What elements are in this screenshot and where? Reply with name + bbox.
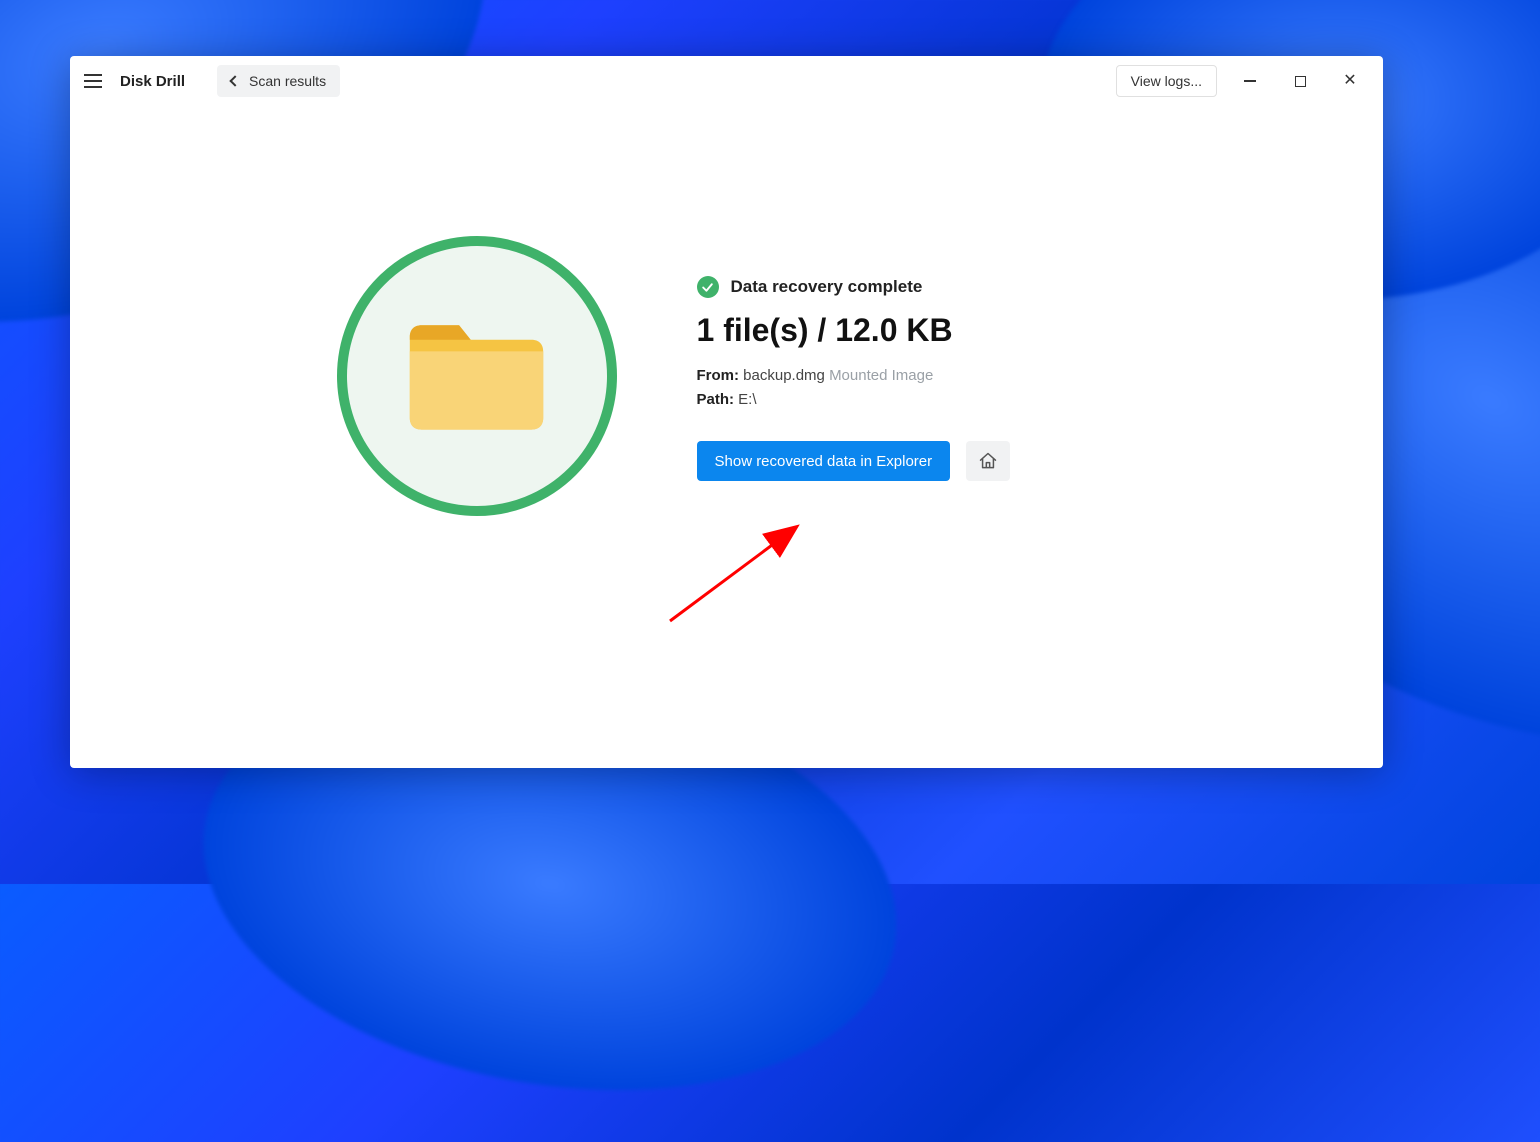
- status-heading: Data recovery complete: [731, 277, 923, 297]
- home-button[interactable]: [966, 441, 1010, 481]
- titlebar: Disk Drill Scan results View logs... ✕: [70, 56, 1383, 106]
- app-title: Disk Drill: [120, 73, 185, 90]
- status-row: Data recovery complete: [697, 276, 1117, 298]
- back-button[interactable]: Scan results: [217, 65, 340, 97]
- home-icon: [978, 451, 998, 471]
- folder-badge: [337, 236, 617, 516]
- from-label: From:: [697, 367, 740, 384]
- menu-icon[interactable]: [80, 68, 106, 94]
- path-row: Path: E:\: [697, 391, 1117, 408]
- path-value: E:\: [738, 391, 756, 408]
- from-row: From: backup.dmg Mounted Image: [697, 367, 1117, 384]
- close-icon: ✕: [1343, 73, 1356, 89]
- folder-icon: [404, 316, 549, 436]
- check-icon: [697, 276, 719, 298]
- main-content: Data recovery complete 1 file(s) / 12.0 …: [70, 106, 1383, 768]
- view-logs-button[interactable]: View logs...: [1116, 65, 1217, 97]
- maximize-button[interactable]: [1277, 63, 1323, 99]
- minimize-button[interactable]: [1227, 63, 1273, 99]
- from-suffix: Mounted Image: [829, 367, 933, 384]
- action-row: Show recovered data in Explorer: [697, 441, 1117, 481]
- from-value: backup.dmg: [743, 367, 825, 384]
- close-button[interactable]: ✕: [1327, 63, 1373, 99]
- breadcrumb-label: Scan results: [249, 73, 326, 89]
- file-summary: 1 file(s) / 12.0 KB: [697, 312, 1117, 349]
- info-column: Data recovery complete 1 file(s) / 12.0 …: [697, 236, 1117, 481]
- chevron-left-icon: [229, 75, 240, 86]
- maximize-icon: [1295, 76, 1306, 87]
- path-label: Path:: [697, 391, 735, 408]
- app-window: Disk Drill Scan results View logs... ✕: [70, 56, 1383, 768]
- minimize-icon: [1244, 80, 1256, 82]
- show-in-explorer-button[interactable]: Show recovered data in Explorer: [697, 441, 951, 481]
- titlebar-right: View logs... ✕: [1116, 63, 1373, 99]
